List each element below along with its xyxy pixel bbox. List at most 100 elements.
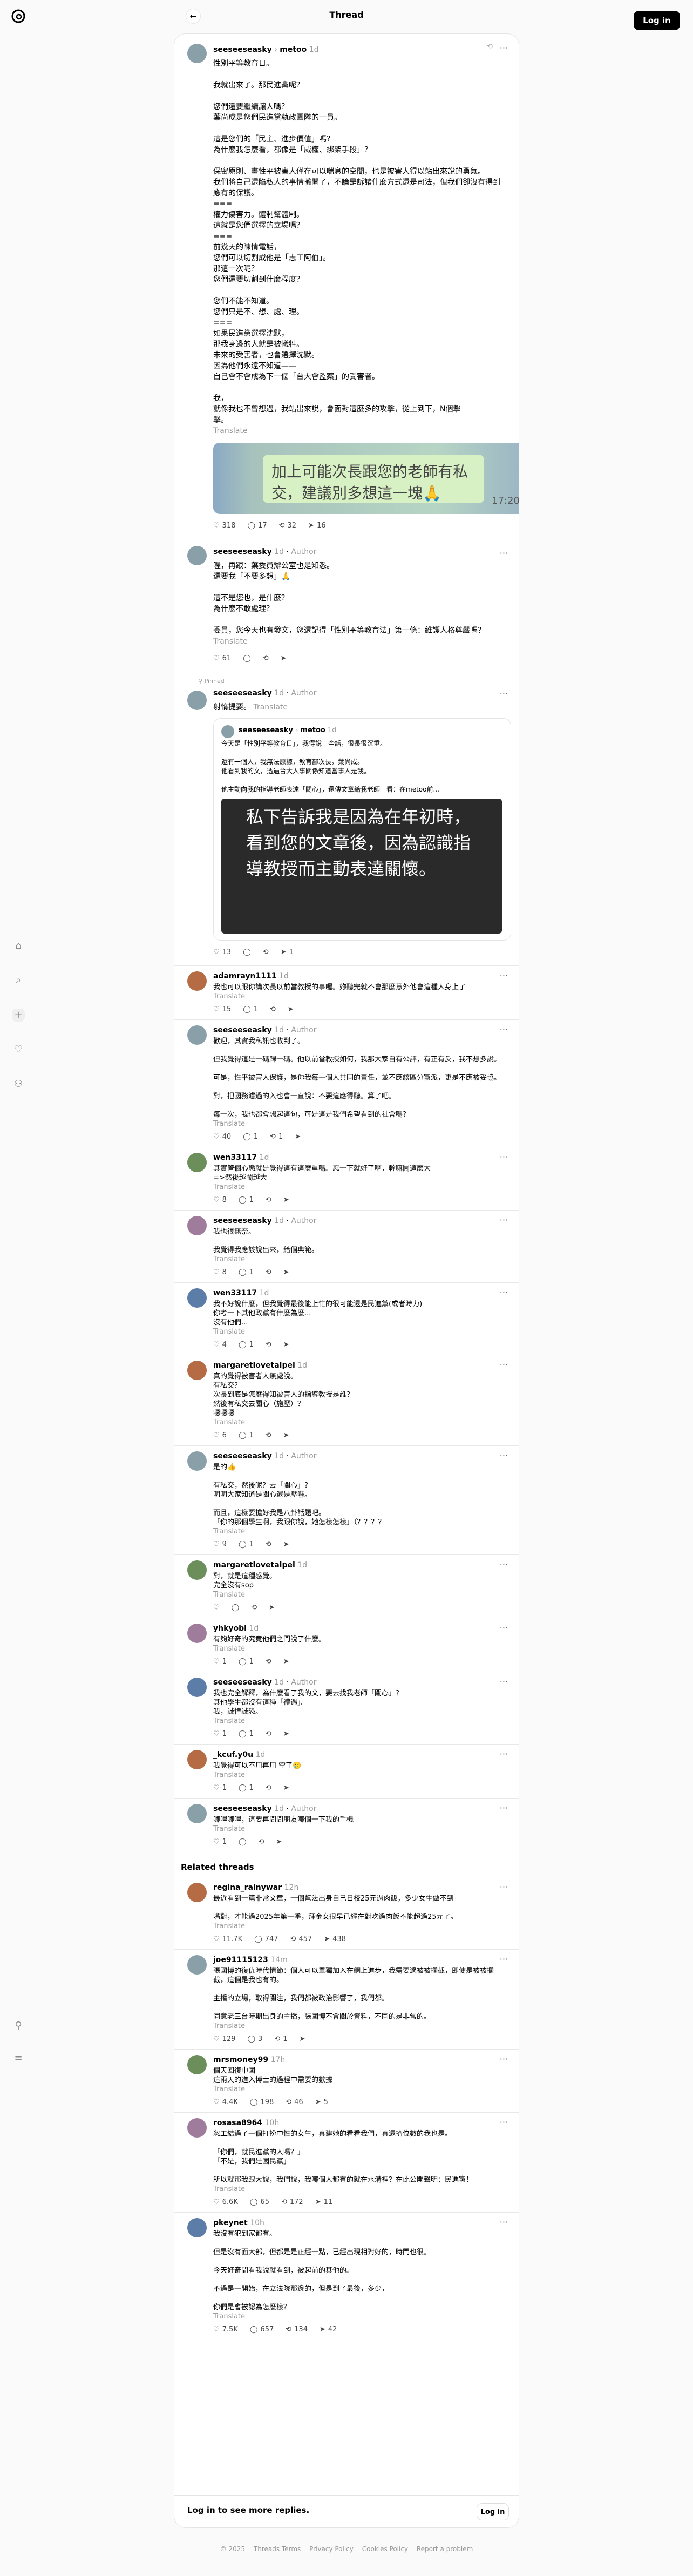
repost-button[interactable]: ⟲ 1 xyxy=(270,1133,283,1141)
like-button[interactable]: ♡ 4.4K xyxy=(213,2098,238,2106)
more-options-icon[interactable]: ··· xyxy=(500,1450,508,1461)
like-button[interactable]: ♡ 7.5K xyxy=(213,2325,238,2334)
heart-icon[interactable]: ♡ xyxy=(12,1043,25,1056)
repost-button[interactable]: ⟲ xyxy=(266,1268,271,1276)
share-link-icon[interactable]: ⟲ xyxy=(487,43,493,51)
translate-link[interactable]: Translate xyxy=(253,703,288,712)
reply-button[interactable]: ◯ 747 xyxy=(254,1935,278,1943)
reply-button[interactable]: ◯ 1 xyxy=(239,1196,254,1204)
username[interactable]: _kcuf.y0u xyxy=(213,1750,253,1759)
like-button[interactable]: ♡ 8 xyxy=(213,1268,227,1276)
username[interactable]: seeseeseasky xyxy=(213,1804,272,1813)
username[interactable]: yhkyobi xyxy=(213,1624,247,1633)
repost-button[interactable]: ⟲ 457 xyxy=(290,1935,312,1943)
share-button[interactable]: ➤ xyxy=(288,1005,294,1013)
translate-link[interactable]: Translate xyxy=(213,1418,506,1427)
more-options-icon[interactable]: ··· xyxy=(500,1152,508,1162)
cookies-link[interactable]: Cookies Policy xyxy=(362,2545,408,2553)
repost-button[interactable]: ⟲ xyxy=(266,1540,271,1549)
repost-button[interactable]: ⟲ 134 xyxy=(286,2325,308,2334)
more-options-icon[interactable]: ··· xyxy=(500,1024,508,1035)
translate-link[interactable]: Translate xyxy=(213,2021,506,2031)
share-button[interactable]: ➤ xyxy=(269,1604,275,1612)
translate-link[interactable]: Translate xyxy=(213,2085,506,2094)
translate-link[interactable]: Translate xyxy=(213,1182,506,1192)
reply-button[interactable]: ◯ 1 xyxy=(243,1005,258,1013)
username[interactable]: margaretlovetaipei xyxy=(213,1361,295,1370)
translate-link[interactable]: Translate xyxy=(213,992,506,1001)
quoted-post[interactable]: seeseeseasky › metoo 1d 今天是「性別平等教育日」，我得說… xyxy=(213,718,511,941)
avatar[interactable] xyxy=(187,44,207,63)
share-button[interactable]: ➤ xyxy=(276,1838,282,1846)
avatar[interactable] xyxy=(187,1560,207,1580)
more-options-icon[interactable]: ··· xyxy=(500,1559,508,1570)
menu-icon[interactable]: ≡ xyxy=(12,2052,25,2065)
like-button[interactable]: ♡ 318 xyxy=(213,522,235,530)
share-button[interactable]: ➤ xyxy=(300,2035,305,2043)
like-button[interactable]: ♡ 1 xyxy=(213,1838,227,1846)
share-button[interactable]: ➤ xyxy=(283,1540,289,1549)
more-options-icon[interactable]: ··· xyxy=(500,1882,508,1892)
avatar[interactable] xyxy=(187,1804,207,1823)
avatar[interactable] xyxy=(187,1451,207,1471)
avatar[interactable] xyxy=(187,546,207,565)
like-button[interactable]: ♡ 11.7K xyxy=(213,1935,242,1943)
more-options-icon[interactable]: ··· xyxy=(500,1360,508,1370)
share-button[interactable]: ➤ xyxy=(283,1431,289,1439)
reply-button[interactable]: ◯ 1 xyxy=(239,1268,254,1276)
reply-button[interactable]: ◯ 3 xyxy=(247,2035,262,2043)
more-options-icon[interactable]: ··· xyxy=(500,1676,508,1687)
username[interactable]: wen33117 xyxy=(213,1153,257,1162)
username[interactable]: seeseeseasky xyxy=(213,45,272,54)
avatar[interactable] xyxy=(187,1288,207,1308)
share-button[interactable]: ➤ 438 xyxy=(324,1935,346,1943)
avatar[interactable] xyxy=(187,1883,207,1902)
username[interactable]: regina_rainywar xyxy=(213,1883,282,1892)
privacy-link[interactable]: Privacy Policy xyxy=(309,2545,354,2553)
like-button[interactable]: ♡ xyxy=(213,1604,220,1612)
repost-button[interactable]: ⟲ xyxy=(263,654,269,662)
more-options-icon[interactable]: ··· xyxy=(500,1954,508,1964)
like-button[interactable]: ♡ 6 xyxy=(213,1431,227,1439)
like-button[interactable]: ♡ 129 xyxy=(213,2035,235,2043)
like-button[interactable]: ♡ 13 xyxy=(213,948,231,956)
like-button[interactable]: ♡ 40 xyxy=(213,1133,231,1141)
share-button[interactable]: ➤ xyxy=(283,1196,289,1204)
translate-link[interactable]: Translate xyxy=(213,1644,506,1653)
share-button[interactable]: ➤ 11 xyxy=(315,2198,332,2206)
more-options-icon[interactable]: ··· xyxy=(500,970,508,981)
report-link[interactable]: Report a problem xyxy=(417,2545,473,2553)
reply-button[interactable]: ◯ 17 xyxy=(247,522,267,530)
translate-link[interactable]: Translate xyxy=(213,1770,506,1780)
translate-link[interactable]: Translate xyxy=(213,636,506,647)
avatar[interactable] xyxy=(187,691,207,710)
username[interactable]: seeseeseasky xyxy=(213,1678,272,1687)
reply-to-user[interactable]: metoo xyxy=(280,45,307,54)
reply-button[interactable]: ◯ xyxy=(243,948,251,956)
translate-link[interactable]: Translate xyxy=(213,425,506,436)
translate-link[interactable]: Translate xyxy=(213,2185,506,2194)
more-options-icon[interactable]: ··· xyxy=(500,548,508,558)
more-options-icon[interactable]: ··· xyxy=(500,1287,508,1297)
avatar[interactable] xyxy=(187,1624,207,1643)
repost-button[interactable]: ⟲ 32 xyxy=(279,522,296,530)
login-button[interactable]: Log in xyxy=(634,11,680,30)
reply-button[interactable]: ◯ 1 xyxy=(239,1540,254,1549)
repost-button[interactable]: ⟲ xyxy=(251,1604,257,1612)
create-icon[interactable]: + xyxy=(12,1009,25,1022)
share-button[interactable]: ➤ 42 xyxy=(320,2325,337,2334)
avatar[interactable] xyxy=(187,1750,207,1769)
username[interactable]: pkeynet xyxy=(213,2219,248,2227)
translate-link[interactable]: Translate xyxy=(213,1119,506,1128)
more-options-icon[interactable]: ··· xyxy=(500,2217,508,2227)
avatar[interactable] xyxy=(187,1361,207,1380)
reply-button[interactable]: ◯ 1 xyxy=(239,1431,254,1439)
translate-link[interactable]: Translate xyxy=(213,1716,506,1726)
repost-button[interactable]: ⟲ xyxy=(266,1431,271,1439)
more-options-icon[interactable]: ··· xyxy=(500,1749,508,1759)
reply-button[interactable]: ◯ 657 xyxy=(250,2325,274,2334)
more-options-icon[interactable]: ··· xyxy=(500,688,508,699)
profile-icon[interactable]: ⚇ xyxy=(12,1078,25,1091)
username[interactable]: seeseeseasky xyxy=(213,1452,272,1461)
like-button[interactable]: ♡ 8 xyxy=(213,1196,227,1204)
